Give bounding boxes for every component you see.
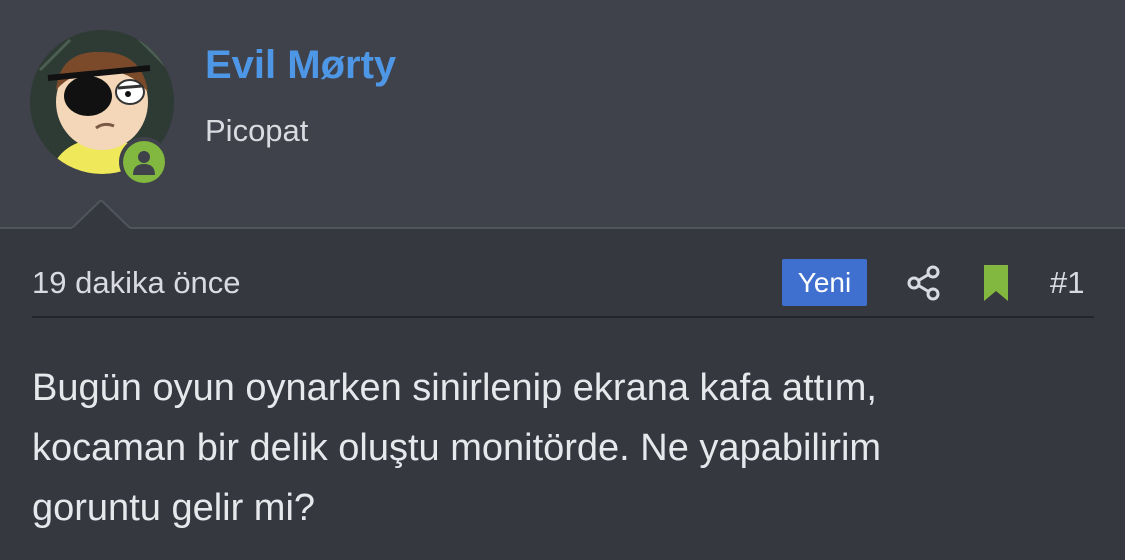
message-body: Bugün oyun oynarken sinirlenip ekrana ka… <box>32 358 1102 538</box>
user-status-icon <box>123 141 165 183</box>
user-header: Evil Mørty Picopat <box>0 0 1125 228</box>
post-number-link[interactable]: #1 <box>1050 264 1084 302</box>
bookmark-icon[interactable] <box>982 265 1010 301</box>
message-line: Bugün oyun oynarken sinirlenip ekrana ka… <box>32 367 877 409</box>
online-status-badge <box>119 137 169 187</box>
header-divider <box>0 227 1125 229</box>
post-timestamp[interactable]: 19 dakika önce <box>32 264 241 302</box>
share-icon[interactable] <box>906 265 942 301</box>
meta-divider <box>32 316 1094 318</box>
username-link[interactable]: Evil Mørty <box>205 42 396 88</box>
forum-post: Evil Mørty Picopat 19 dakika önce Yeni #… <box>0 0 1125 560</box>
new-badge: Yeni <box>782 259 867 306</box>
post-meta-row: 19 dakika önce Yeni #1 <box>32 258 1094 308</box>
user-title: Picopat <box>205 113 309 148</box>
message-line: goruntu gelir mi? <box>32 487 316 529</box>
message-line: kocaman bir delik oluştu monitörde. Ne y… <box>32 427 882 469</box>
header-pointer <box>72 200 130 230</box>
